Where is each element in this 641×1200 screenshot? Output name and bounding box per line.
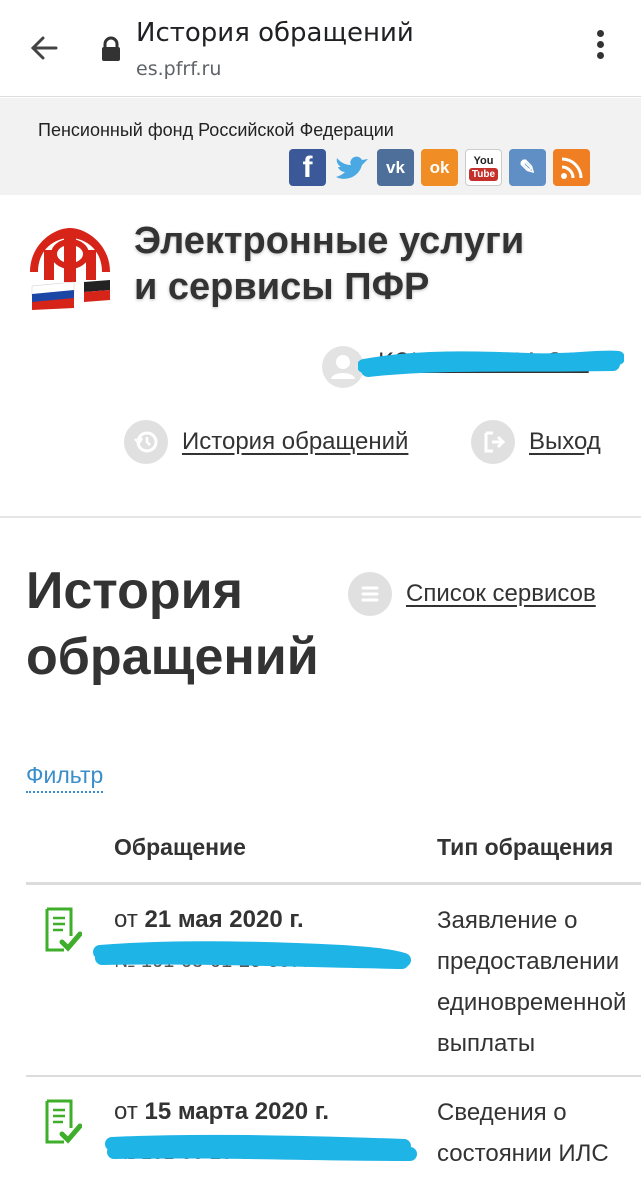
vk-icon[interactable]: vk [377,149,414,186]
logout-link[interactable]: Выход [471,420,601,464]
browser-url[interactable]: es.pfrf.ru [136,58,221,80]
request-date[interactable]: от 15 марта 2020 г. [114,1098,329,1126]
site-title-line1: Электронные услуги [134,220,525,262]
history-link-label: История обращений [182,428,409,455]
row-divider [26,1075,641,1077]
header-divider [0,516,641,518]
livejournal-icon[interactable]: ✎ [509,149,546,186]
list-icon [348,572,392,616]
social-icons: f vk ok You Tube ✎ [289,149,590,186]
logout-icon [471,420,515,464]
filter-link[interactable]: Фильтр [26,762,104,793]
site-title-line2: и сервисы ПФР [134,266,430,308]
more-menu-icon[interactable] [588,30,612,66]
request-date[interactable]: от 21 мая 2020 г. [114,906,304,934]
date-value: 15 марта 2020 г. [144,1098,330,1125]
rss-icon[interactable] [553,149,590,186]
twitter-icon[interactable] [333,149,370,186]
user-avatar [322,346,364,388]
services-list-label: Список сервисов [406,580,596,607]
youtube-icon[interactable]: You Tube [465,149,502,186]
user-name[interactable]: КОНОВАЛОВА С.Г. [378,350,589,375]
date-prefix: от [114,906,138,933]
site-title[interactable]: Электронные услуги и сервисы ПФР [134,218,524,310]
pfr-logo[interactable] [24,220,116,310]
org-name: Пенсионный фонд Российской Федерации [38,120,394,140]
request-type: Заявление о предоставлении единовременно… [437,907,627,1057]
column-header-request: Обращение [114,834,246,860]
lock-icon [102,36,120,61]
browser-toolbar: История обращений es.pfrf.ru [0,0,641,97]
top-strip: Пенсионный фонд Российской Федерации f v… [0,98,641,195]
page-title-line1: История [26,562,243,620]
document-check-icon [45,907,82,952]
date-value: 21 мая 2020 г. [144,906,304,933]
page-title: История обращений [26,558,319,690]
logout-link-label: Выход [529,428,601,455]
document-check-icon [45,1099,82,1144]
page-title-line2: обращений [26,628,319,686]
column-header-type: Тип обращения [437,834,614,860]
odnoklassniki-icon[interactable]: ok [421,149,458,186]
history-icon [124,420,168,464]
request-type: Сведения о состоянии ИЛС [437,1099,609,1167]
facebook-icon[interactable]: f [289,149,326,186]
back-arrow-icon[interactable] [24,28,64,68]
table-header-divider [26,882,641,885]
request-number: № 101-06-20-0002477742 [114,1142,351,1164]
user-icon [331,355,355,379]
date-prefix: от [114,1098,138,1125]
services-list-link[interactable]: Список сервисов [348,572,596,616]
browser-page-title[interactable]: История обращений [136,18,414,48]
history-link[interactable]: История обращений [124,420,408,464]
request-number: № 101-05-01-20-0077018 [114,950,346,972]
